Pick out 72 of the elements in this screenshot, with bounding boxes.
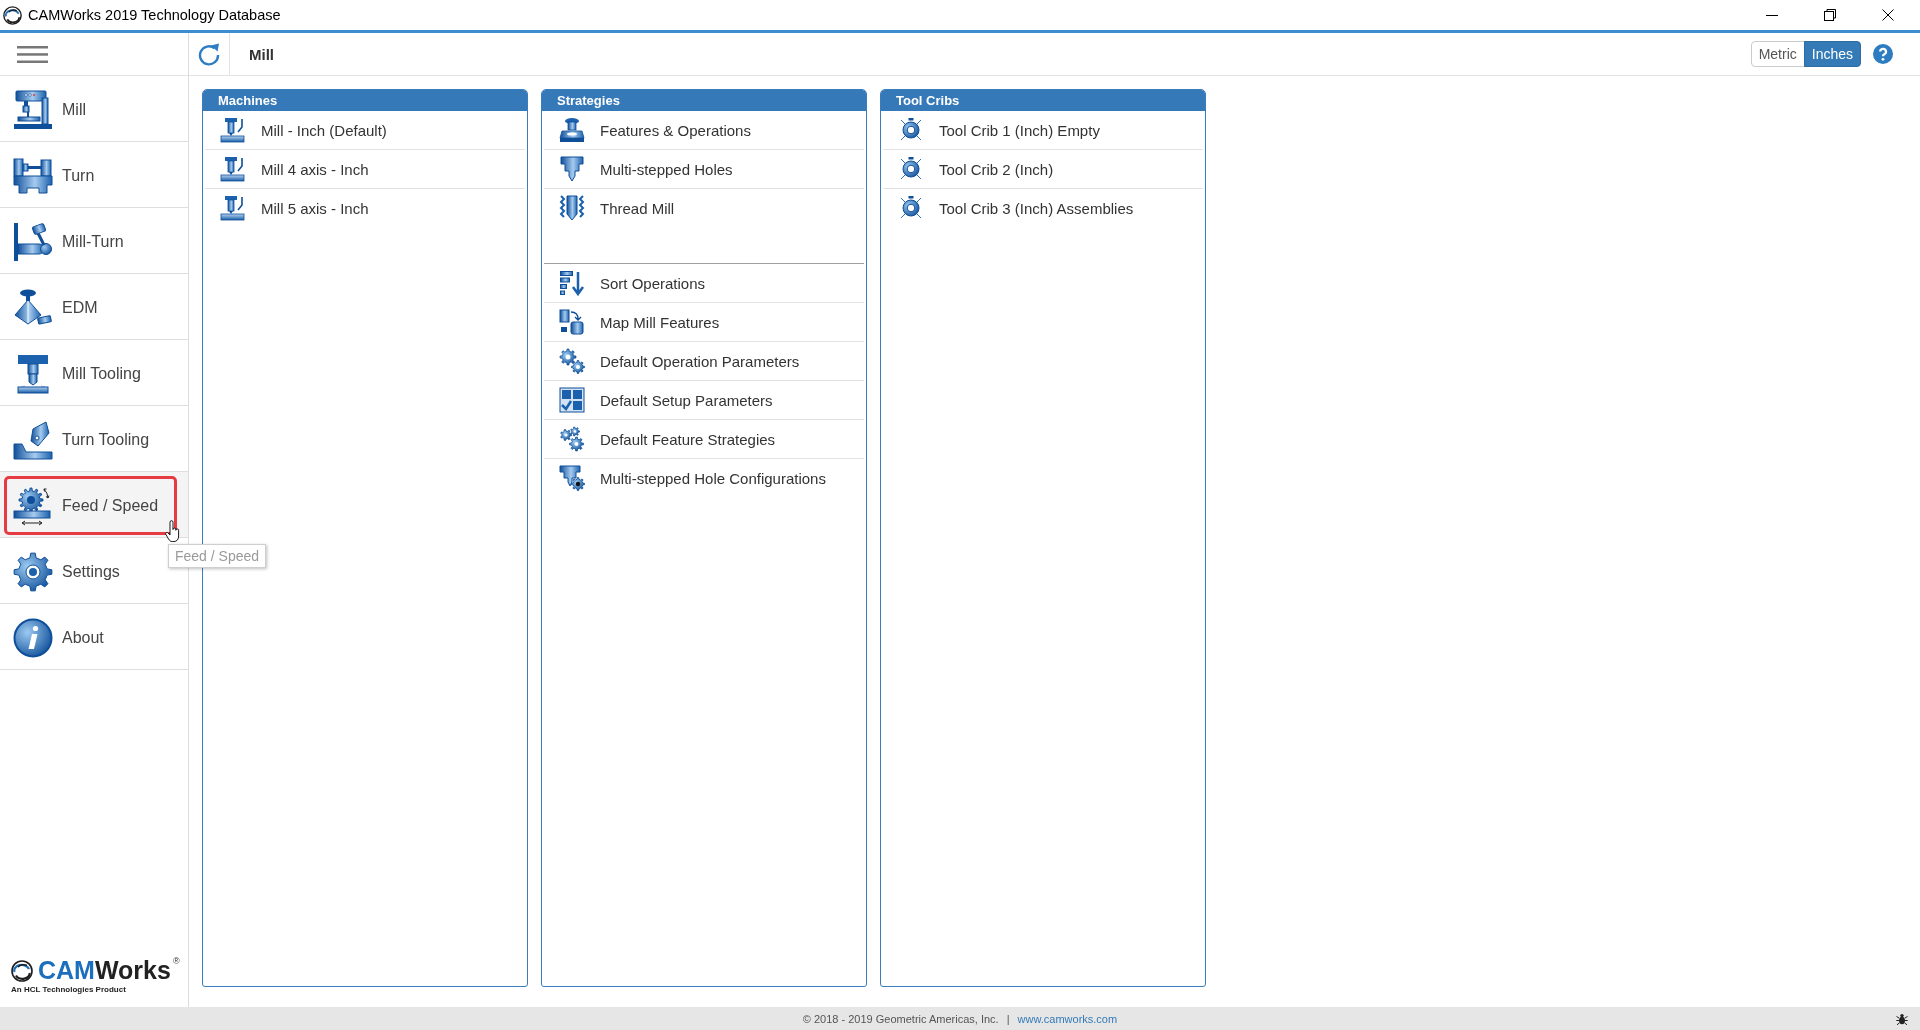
gears-icon [559,426,585,452]
mill-machine-icon [13,89,53,130]
sidebar-item[interactable]: Mill-Turn [4,212,177,271]
sidebar-item[interactable]: Feed / Speed [4,476,177,535]
list-item[interactable]: Tool Crib 1 (Inch) Empty [883,111,1203,150]
tool-crib-icon [898,195,924,221]
swirl-logo-icon [11,959,33,982]
menu-icon [17,45,48,63]
minimize-icon [1766,14,1778,16]
refresh-icon [197,42,221,66]
list-item[interactable]: Map Mill Features [544,303,864,342]
list-item[interactable]: Mill 4 axis - Inch [205,150,525,189]
tool-crib-icon [898,117,924,143]
footer-separator: | [1006,1012,1010,1025]
mill-spindle-icon [220,156,246,182]
panel-header: Machines [203,90,527,111]
sidebar-item[interactable]: Mill [4,80,177,139]
lathe-icon [13,155,53,196]
info-icon [13,617,53,658]
list-item[interactable]: Default Feature Strategies [544,420,864,459]
list-item[interactable]: Tool Crib 3 (Inch) Assemblies [883,189,1203,227]
menu-button[interactable] [17,45,48,63]
tool-crib-icon [898,156,924,182]
list-item[interactable]: Thread Mill [544,189,864,227]
registered-mark: ® [172,957,180,966]
sidebar-item[interactable]: Turn Tooling [4,410,177,469]
list-item[interactable]: Mill - Inch (Default) [205,111,525,150]
list-item[interactable]: Tool Crib 2 (Inch) [883,150,1203,189]
sidebar-item[interactable]: EDM [4,278,177,337]
help-icon [1873,44,1893,64]
close-icon [1882,9,1894,21]
sidebar-item[interactable]: Mill Tooling [4,344,177,403]
app-logo-icon [3,5,22,25]
page-title: Mill [249,45,274,63]
list-item[interactable]: Features & Operations [544,111,864,150]
window-title: CAMWorks 2019 Technology Database [28,7,281,23]
stepped-drill-icon [559,156,585,182]
thread-mill-icon [559,195,585,221]
settings-icon [13,551,53,592]
sort-down-icon [559,270,585,296]
mill-turn-machine-icon [13,221,53,262]
list-item[interactable]: Default Operation Parameters [544,342,864,381]
list-item[interactable]: Mill 5 axis - Inch [205,189,525,227]
list-item[interactable]: Multi-stepped Holes [544,150,864,189]
list-item[interactable]: Sort Operations [544,264,864,303]
logo-wordmark: CAM [38,958,95,983]
logo-tagline: An HCL Technologies Product [11,985,127,994]
unit-button[interactable]: Metric [1750,41,1805,67]
help-button[interactable] [1873,44,1893,64]
mill-spindle-icon [220,117,246,143]
sidebar-item[interactable]: Turn [4,146,177,205]
website-link[interactable]: www.camworks.com [1017,1012,1118,1025]
logo-wordmark: Works [94,958,171,983]
map-features-icon [559,309,585,335]
mill-spindle-icon [220,195,246,221]
list-item[interactable]: Default Setup Parameters [544,381,864,420]
edm-machine-icon [13,287,53,328]
panel-header: Tool Cribs [881,90,1205,111]
list-item[interactable]: Multi-stepped Hole Configurations [544,459,864,497]
cutter-gear-icon [13,485,53,526]
gears-icon [559,348,585,374]
drill-gear-icon [559,465,585,491]
tooltip: Feed / Speed [168,544,267,568]
panel-header: Strategies [542,90,866,111]
fixture-icon [559,117,585,143]
sidebar-item[interactable]: About [4,608,177,667]
restore-icon [1824,9,1836,21]
grid-check-icon [559,387,585,413]
bug-icon [1896,1012,1908,1025]
copyright-text: © 2018 - 2019 Geometric Americas, Inc. [802,1012,999,1025]
unit-button[interactable]: Inches [1803,41,1861,67]
turning-tool-icon [13,419,53,460]
